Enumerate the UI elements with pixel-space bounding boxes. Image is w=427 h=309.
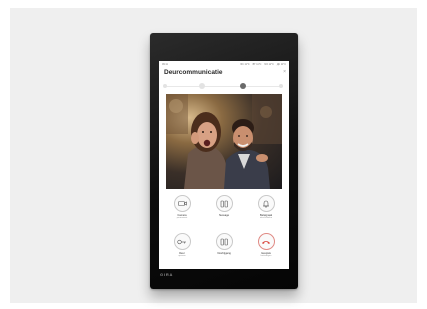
speaker-icon bbox=[215, 233, 233, 250]
open-door-button-sublabel: openen bbox=[178, 255, 186, 257]
close-icon[interactable]: × bbox=[283, 69, 286, 75]
bell-mute-button-sublabel: uitschakelen bbox=[259, 217, 273, 219]
pager-dot[interactable] bbox=[279, 84, 283, 88]
end-call-button[interactable]: Gesprek beëindigen bbox=[246, 229, 286, 265]
door-controls: Camera permanent Sussage Belsignaal uits… bbox=[159, 191, 289, 269]
status-item: NO 11°C bbox=[264, 62, 274, 66]
voorbijgang-button[interactable]: Voorbijgang bbox=[204, 229, 244, 265]
touch-screen: 09:11 ЯС 11°C ВТ 11°C NO 11°C ДС 11°C De… bbox=[159, 61, 289, 269]
camera-icon bbox=[173, 195, 191, 212]
pager-line bbox=[165, 86, 283, 87]
hang-up-icon bbox=[257, 233, 275, 250]
status-item: ДС 11°C bbox=[276, 62, 286, 66]
status-bar: 09:11 ЯС 11°C ВТ 11°C NO 11°C ДС 11°C bbox=[159, 61, 289, 67]
camera-button-sublabel: permanent bbox=[176, 217, 188, 219]
brand-logo: GIRA bbox=[160, 272, 174, 277]
video-frame bbox=[166, 94, 282, 189]
door-station-device: 09:11 ЯС 11°C ВТ 11°C NO 11°C ДС 11°C De… bbox=[150, 33, 298, 289]
open-door-button[interactable]: Deur openen bbox=[162, 229, 202, 265]
end-call-button-sublabel: beëindigen bbox=[260, 255, 272, 257]
sussage-button-label: Sussage bbox=[218, 214, 230, 217]
status-time: 09:11 bbox=[162, 62, 168, 66]
page-title: Deurcommunicatie bbox=[164, 69, 223, 76]
status-weather: ЯС 11°C ВТ 11°C NO 11°C ДС 11°C bbox=[240, 63, 286, 66]
status-item: ЯС 11°C bbox=[240, 62, 250, 66]
pager-dot-active[interactable] bbox=[240, 83, 246, 89]
sussage-button[interactable]: Sussage bbox=[204, 191, 244, 227]
key-icon bbox=[173, 233, 191, 250]
pager-dot[interactable] bbox=[163, 84, 167, 88]
bell-mute-button[interactable]: Belsignaal uitschakelen bbox=[246, 191, 286, 227]
camera-pager bbox=[159, 82, 289, 90]
bell-icon bbox=[257, 195, 275, 212]
camera-video-feed bbox=[166, 94, 282, 189]
camera-button[interactable]: Camera permanent bbox=[162, 191, 202, 227]
voorbijgang-button-label: Voorbijgang bbox=[217, 252, 231, 255]
speaker-icon bbox=[215, 195, 233, 212]
pager-dot[interactable] bbox=[199, 83, 205, 89]
status-item: ВТ 11°C bbox=[252, 62, 262, 66]
